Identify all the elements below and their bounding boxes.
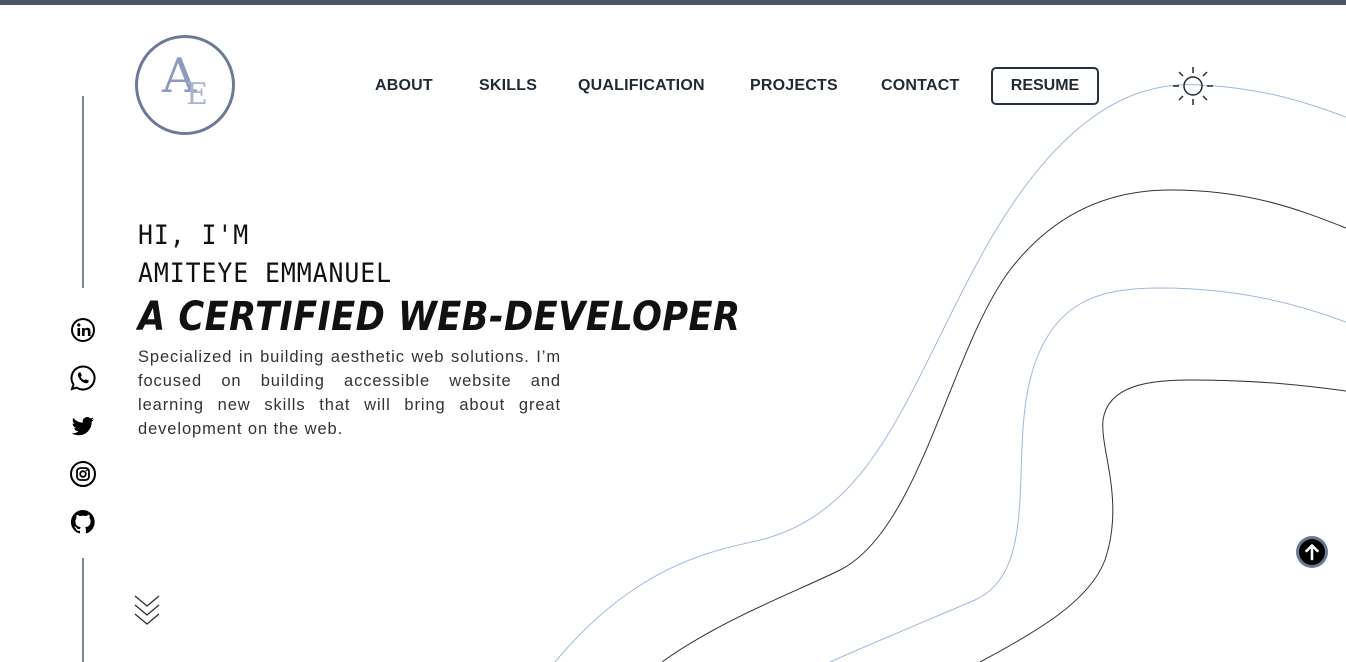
hero-greeting: HI, I'M [138, 220, 250, 251]
hero-description: Specialized in building aesthetic web so… [138, 348, 561, 438]
nav-item-skills[interactable]: SKILLS [479, 67, 537, 105]
scroll-down-button[interactable] [133, 592, 161, 630]
wave-line-2 [661, 189, 1346, 662]
github-link[interactable] [69, 508, 97, 536]
sun-icon [1173, 67, 1213, 105]
instagram-link[interactable] [69, 460, 97, 488]
twitter-link[interactable] [69, 412, 97, 440]
whatsapp-icon [70, 365, 96, 391]
linkedin-icon [71, 318, 95, 342]
main-nav: ABOUT SKILLS QUALIFICATION PROJECTS CONT… [0, 67, 1346, 105]
hero-name: AMITEYE EMMANUEL [138, 258, 393, 289]
sidebar-line-bottom [82, 558, 84, 662]
wave-line-1 [554, 84, 1346, 662]
resume-button[interactable]: RESUME [991, 67, 1099, 105]
github-icon [70, 509, 95, 534]
wave-line-3 [829, 287, 1346, 662]
wave-line-4 [979, 379, 1346, 662]
back-to-top-circle [1299, 539, 1325, 565]
nav-item-qualification[interactable]: QUALIFICATION [578, 67, 705, 105]
hero-title: A CERTIFIED WEB-DEVELOPER [138, 294, 741, 340]
theme-toggle-button[interactable] [1170, 64, 1216, 110]
linkedin-link[interactable] [69, 316, 97, 344]
nav-item-about[interactable]: ABOUT [375, 67, 433, 105]
back-to-top-button[interactable] [1296, 536, 1328, 568]
arrow-up-icon [1305, 544, 1319, 561]
twitter-icon [71, 417, 94, 436]
nav-item-projects[interactable]: PROJECTS [750, 67, 838, 105]
whatsapp-link[interactable] [69, 364, 97, 392]
chevrons-down-icon [134, 595, 160, 625]
instagram-icon [70, 461, 96, 487]
sidebar-line-top [82, 96, 84, 288]
nav-item-contact[interactable]: CONTACT [881, 67, 959, 105]
top-accent-bar [0, 0, 1346, 5]
